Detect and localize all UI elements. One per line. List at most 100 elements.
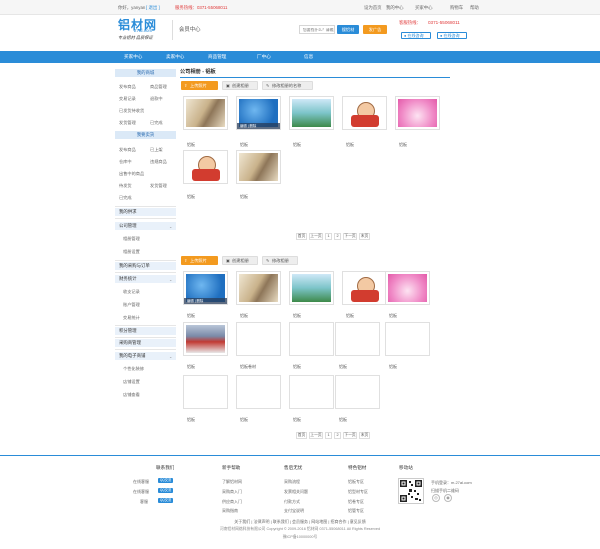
- photo-tile-empty[interactable]: [289, 322, 334, 356]
- pager-prev[interactable]: 上一页: [309, 233, 323, 240]
- photo-tile[interactable]: [289, 271, 334, 305]
- buyer-center-link[interactable]: 买家中心: [415, 5, 433, 11]
- pager-next[interactable]: 下一页: [343, 233, 357, 240]
- nav-item-factory[interactable]: 厂中心: [257, 54, 271, 60]
- tile-actions[interactable]: 编辑 | 删除: [237, 123, 280, 129]
- pager-last[interactable]: 末页: [359, 432, 370, 439]
- photo-tile-empty[interactable]: [335, 375, 380, 409]
- cart-link[interactable]: 购物车: [450, 5, 463, 11]
- sidebar-heading-company[interactable]: 公司管理: [115, 222, 176, 230]
- sidebar-heading-supply[interactable]: 我的供求: [115, 208, 176, 216]
- sidebar-item[interactable]: 待发货: [119, 183, 132, 189]
- search-button[interactable]: 搜铝材: [337, 25, 359, 34]
- photo-tile[interactable]: [395, 96, 440, 130]
- upload-photo-tab[interactable]: ⇪ 上传照片: [181, 81, 218, 90]
- upload-photo-tab-2[interactable]: ⇪ 上传照片: [181, 256, 218, 265]
- photo-tile-empty[interactable]: [236, 375, 281, 409]
- sidebar-item[interactable]: 发布商品: [119, 84, 136, 90]
- nav-item-seller[interactable]: 卖家中心: [166, 54, 184, 60]
- photo-tile[interactable]: [236, 271, 281, 305]
- online-chat-button-2[interactable]: ● 在线咨询: [437, 32, 467, 39]
- pager-first[interactable]: 首页: [296, 432, 307, 439]
- footer-link[interactable]: 供应商入门: [222, 499, 242, 505]
- my-center-link[interactable]: 我的中心: [386, 5, 404, 11]
- footer-link[interactable]: 了解铝材网: [222, 479, 242, 485]
- photo-tile-selected[interactable]: 编辑 | 删除: [236, 96, 281, 130]
- sidebar-item[interactable]: 已完成: [119, 195, 132, 201]
- sidebar-item[interactable]: 店铺查看: [123, 392, 140, 398]
- sidebar-item[interactable]: 仓库中: [119, 159, 132, 165]
- photo-tile[interactable]: [236, 150, 281, 184]
- photo-tile[interactable]: [183, 322, 228, 356]
- search-input[interactable]: [299, 25, 335, 34]
- sidebar-item[interactable]: 发布商品: [119, 147, 136, 153]
- wechat-icon[interactable]: ◉: [444, 494, 452, 502]
- footer-link[interactable]: 铝型材专区: [348, 489, 368, 495]
- sidebar-heading-finance[interactable]: 财务统计: [115, 275, 176, 283]
- pager-first[interactable]: 首页: [296, 233, 307, 240]
- mobile-site-text[interactable]: 手机登录：m.27al.com: [431, 480, 472, 486]
- pager-last[interactable]: 末页: [359, 233, 370, 240]
- footer-link[interactable]: 采购流程: [284, 479, 300, 485]
- sidebar-item-album-settings[interactable]: 相册设置: [123, 249, 140, 255]
- create-album-tab-2[interactable]: ▣ 创建相册: [222, 256, 258, 265]
- pager-page[interactable]: 2: [334, 233, 341, 240]
- sidebar-item[interactable]: 收支记录: [123, 289, 140, 295]
- footer-link[interactable]: 客服: [140, 499, 148, 505]
- photo-tile-empty[interactable]: [236, 322, 281, 356]
- photo-tile-empty[interactable]: [385, 322, 430, 356]
- photo-tile[interactable]: [385, 271, 430, 305]
- photo-tile[interactable]: [183, 96, 228, 130]
- nav-item-info[interactable]: 信息: [304, 54, 313, 60]
- photo-tile-selected[interactable]: 编辑 | 删除: [183, 271, 228, 305]
- sidebar-heading-shop[interactable]: 我的电子商铺: [115, 352, 176, 360]
- footer-link[interactable]: 发票相关问题: [284, 489, 308, 495]
- footer-link[interactable]: 采购商入门: [222, 489, 242, 495]
- footer-link[interactable]: 采购指南: [222, 508, 238, 514]
- footer-link[interactable]: 在线客服: [133, 479, 149, 485]
- photo-tile-empty[interactable]: [183, 375, 228, 409]
- pager-prev[interactable]: 上一页: [309, 432, 323, 439]
- nav-item-buyer[interactable]: 买家中心: [124, 54, 142, 60]
- sidebar-item-album[interactable]: 相册管理: [123, 236, 140, 242]
- photo-tile[interactable]: [183, 150, 228, 184]
- set-home-link[interactable]: 设为首页: [364, 5, 382, 11]
- sidebar-item[interactable]: 出售中的商品: [119, 171, 144, 177]
- pager-page[interactable]: 2: [334, 432, 341, 439]
- create-album-tab[interactable]: ▣ 创建相册: [222, 81, 258, 90]
- qq-button[interactable]: QQ交流: [158, 498, 173, 503]
- footer-link[interactable]: 铝管专区: [348, 508, 364, 514]
- sidebar-item[interactable]: 交易统计: [123, 315, 140, 321]
- sidebar-item[interactable]: 发货管理: [119, 120, 136, 126]
- weibo-icon[interactable]: ◎: [432, 494, 440, 502]
- photo-tile[interactable]: [342, 271, 387, 305]
- photo-tile-empty[interactable]: [335, 322, 380, 356]
- sidebar-heading-sell[interactable]: 我要卖货: [115, 131, 176, 139]
- sidebar-item[interactable]: 违规商品: [150, 159, 167, 165]
- footer-link[interactable]: 铝板专区: [348, 479, 364, 485]
- help-link[interactable]: 帮助: [470, 5, 479, 11]
- sidebar-item[interactable]: 已上架: [150, 147, 163, 153]
- sidebar-heading-purchasers[interactable]: 采购商管理: [115, 339, 176, 347]
- edit-album-tab-2[interactable]: ✎ 修改相册: [262, 256, 298, 265]
- footer-bottom-links[interactable]: 关于我们 | 法律声明 | 联系我们 | 会员服务 | 网站地图 | 招商合作 …: [0, 519, 600, 525]
- sidebar-item[interactable]: 账户管理: [123, 302, 140, 308]
- sidebar-item[interactable]: 已发货待收货: [119, 108, 144, 114]
- site-logo[interactable]: 铝材网 27al.com 专业铝材 品质保证: [118, 16, 170, 46]
- footer-link[interactable]: 铝卷专区: [348, 499, 364, 505]
- post-ad-button[interactable]: 发广告: [363, 25, 387, 34]
- qq-button[interactable]: QQ交流: [158, 478, 173, 483]
- photo-tile-empty[interactable]: [289, 375, 334, 409]
- sidebar-heading-mall[interactable]: 我的商城: [115, 69, 176, 77]
- photo-tile[interactable]: [342, 96, 387, 130]
- rename-album-tab[interactable]: ✎ 修改相册的名称: [262, 81, 313, 90]
- sidebar-item[interactable]: 已完成: [150, 120, 163, 126]
- online-chat-button-1[interactable]: ● 在线咨询: [401, 32, 431, 39]
- sidebar-item[interactable]: 个性化装修: [123, 366, 144, 372]
- footer-link[interactable]: 付款方式: [284, 499, 300, 505]
- footer-link[interactable]: 支付宝说明: [284, 508, 304, 514]
- sidebar-item[interactable]: 退款中: [150, 96, 163, 102]
- footer-link[interactable]: 在线客服: [133, 489, 149, 495]
- pager-next[interactable]: 下一页: [343, 432, 357, 439]
- qq-button[interactable]: QQ交流: [158, 488, 173, 493]
